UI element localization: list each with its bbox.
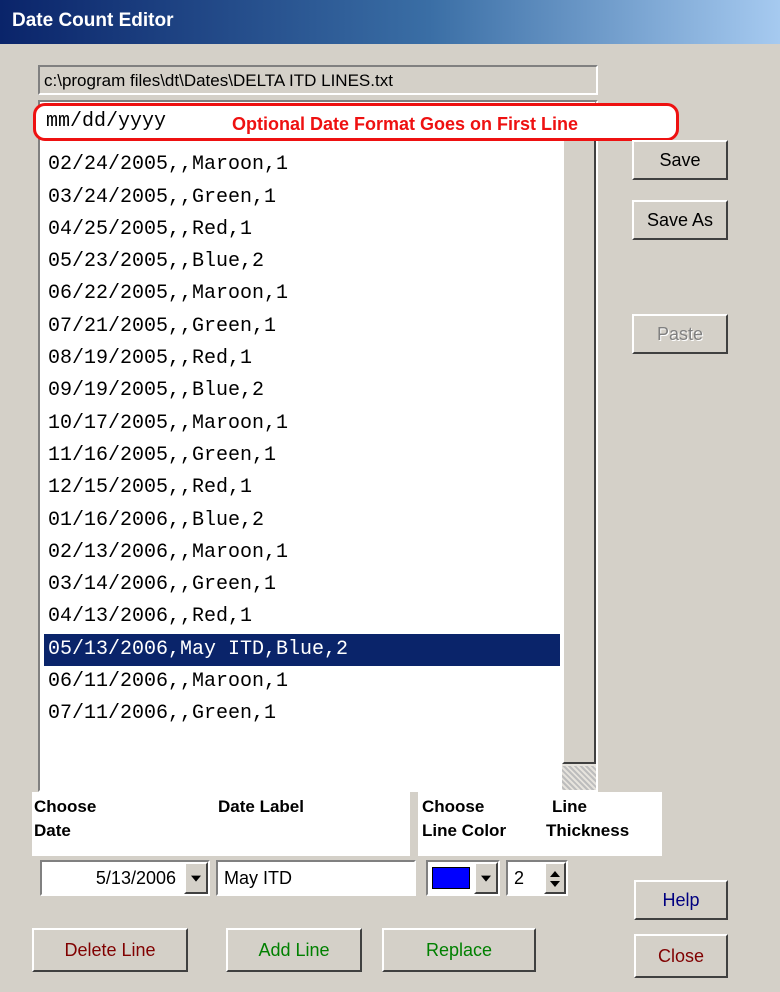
thickness-spinner[interactable]: 2 [506, 860, 568, 896]
list-item-selected[interactable]: 05/13/2006,May ITD,Blue,2 [44, 633, 560, 667]
list-item[interactable]: 11/16/2005,,Green,1 [44, 440, 560, 472]
list-item[interactable]: 03/24/2005,,Green,1 [44, 182, 560, 214]
title-bar[interactable]: Date Count Editor [0, 0, 780, 44]
close-button[interactable]: Close [634, 934, 728, 978]
thickness-label-line2: Thickness [546, 821, 630, 840]
list-item[interactable]: 04/25/2005,,Red,1 [44, 214, 560, 246]
list-item[interactable]: 05/23/2005,,Blue,2 [44, 246, 560, 278]
help-button-label: Help [662, 890, 700, 910]
date-format-callout: mm/dd/yyyy Optional Date Format Goes on … [33, 103, 679, 141]
scrollbar-thumb[interactable] [562, 102, 596, 764]
delete-line-button[interactable]: Delete Line [32, 928, 188, 972]
choose-color-label-line2: Line Color [422, 821, 507, 840]
add-line-button-label: Add Line [258, 940, 330, 960]
window-title: Date Count Editor [12, 10, 174, 31]
replace-button[interactable]: Replace [382, 928, 536, 972]
list-item[interactable]: 06/11/2006,,Maroon,1 [44, 666, 560, 698]
save-button[interactable]: Save [632, 140, 728, 180]
choose-color-label-line1: Choose [422, 797, 485, 816]
list-item[interactable]: 08/19/2005,,Red,1 [44, 343, 560, 375]
date-lines-list[interactable]: 01/25/2005,,Blue,202/24/2005,,Maroon,103… [38, 100, 598, 792]
date-label-heading: Date Label [218, 797, 304, 816]
list-item[interactable]: 12/15/2005,,Red,1 [44, 472, 560, 504]
date-picker-value: 5/13/2006 [95, 868, 176, 888]
list-item[interactable]: 09/19/2005,,Blue,2 [44, 375, 560, 407]
thickness-value: 2 [514, 868, 525, 888]
line-color-swatch [432, 867, 470, 889]
close-button-label: Close [657, 946, 705, 966]
list-item[interactable]: 02/24/2005,,Maroon,1 [44, 149, 560, 181]
delete-line-button-label: Delete Line [64, 940, 156, 960]
save-button-label: Save [659, 150, 701, 170]
add-line-button[interactable]: Add Line [226, 928, 362, 972]
chevron-down-icon [191, 875, 201, 882]
list-item[interactable]: 01/16/2006,,Blue,2 [44, 505, 560, 537]
vertical-scrollbar[interactable] [562, 102, 596, 790]
chevron-down-icon [481, 875, 491, 882]
line-color-picker[interactable] [426, 860, 500, 896]
date-label-input-value: May ITD [224, 868, 293, 888]
color-dropdown-button[interactable] [474, 862, 498, 894]
choose-date-label-line2: Date [34, 821, 71, 840]
list-item[interactable]: 07/11/2006,,Green,1 [44, 698, 560, 730]
list-item[interactable]: 07/21/2005,,Green,1 [44, 311, 560, 343]
scrollbar-track[interactable] [562, 766, 596, 790]
date-dropdown-button[interactable] [184, 862, 208, 894]
lines-container: 01/25/2005,,Blue,202/24/2005,,Maroon,103… [44, 117, 560, 731]
list-item[interactable]: 03/14/2006,,Green,1 [44, 569, 560, 601]
thickness-label-line1: Line [552, 797, 587, 816]
choose-date-label-line1: Choose [34, 797, 97, 816]
paste-button-label: Paste [656, 324, 704, 344]
list-item[interactable]: 04/13/2006,,Red,1 [44, 601, 560, 633]
list-item[interactable]: 06/22/2005,,Maroon,1 [44, 278, 560, 310]
spin-down-icon[interactable] [550, 880, 560, 887]
help-button[interactable]: Help [634, 880, 728, 920]
save-as-button[interactable]: Save As [632, 200, 728, 240]
list-item[interactable]: 10/17/2005,,Maroon,1 [44, 408, 560, 440]
date-label-input[interactable]: May ITD [216, 860, 416, 896]
date-count-editor-window: Date Count Editor c:\program files\dt\Da… [0, 0, 780, 992]
file-path-field: c:\program files\dt\Dates\DELTA ITD LINE… [38, 65, 598, 95]
spinner-buttons[interactable] [544, 862, 566, 894]
paste-button[interactable]: Paste [632, 314, 728, 354]
save-as-button-label: Save As [646, 210, 714, 230]
list-item[interactable]: 02/13/2006,,Maroon,1 [44, 537, 560, 569]
spin-up-icon[interactable] [550, 870, 560, 877]
date-format-note: Optional Date Format Goes on First Line [232, 114, 579, 134]
date-picker[interactable]: 5/13/2006 [40, 860, 210, 896]
replace-button-label: Replace [425, 940, 493, 960]
